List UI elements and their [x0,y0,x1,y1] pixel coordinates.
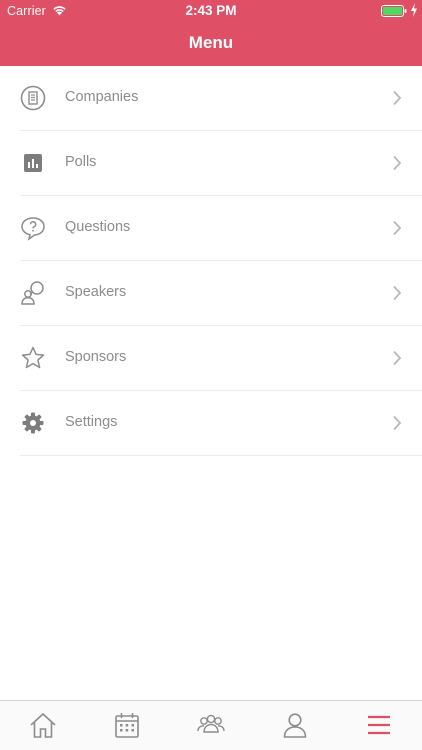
menu-item-settings[interactable]: Settings [20,391,422,456]
status-bar: Carrier 2:43 PM [0,0,422,22]
gear-icon [22,412,44,434]
menu-item-label: Polls [65,154,97,170]
menu-item-label: Sponsors [65,349,127,365]
menu-item-questions[interactable]: Questions [20,196,422,261]
menu-item-label: Questions [65,219,131,235]
menu-item-label: Speakers [65,284,127,300]
home-icon[interactable] [28,710,58,740]
people-icon[interactable] [196,710,226,740]
chevron-right-icon [393,350,402,366]
charging-bolt-icon [411,3,417,17]
speaker-icon [21,281,44,305]
menu-item-companies[interactable]: Companies [20,66,422,131]
chevron-right-icon [393,220,402,236]
chevron-right-icon [393,155,402,171]
bar-chart-icon [24,154,42,172]
building-icon [20,85,46,111]
page-title: Menu [188,33,234,52]
app-header: Carrier 2:43 PM Menu [0,0,422,66]
battery-icon [381,5,407,17]
hamburger-menu-icon[interactable] [364,710,394,740]
menu-item-polls[interactable]: Polls [20,131,422,196]
menu-item-label: Settings [65,414,118,430]
menu-list: Companies Polls Questions Speakers Spons… [0,66,422,456]
star-icon [21,346,45,369]
menu-item-speakers[interactable]: Speakers [20,261,422,326]
chevron-right-icon [393,285,402,301]
chevron-right-icon [393,90,402,106]
question-bubble-icon [21,217,45,241]
profile-icon[interactable] [280,710,310,740]
menu-item-label: Companies [65,89,139,105]
calendar-icon[interactable] [112,710,142,740]
status-time: 2:43 PM [185,3,237,18]
chevron-right-icon [393,415,402,431]
tab-bar [0,700,422,750]
menu-item-sponsors[interactable]: Sponsors [20,326,422,391]
